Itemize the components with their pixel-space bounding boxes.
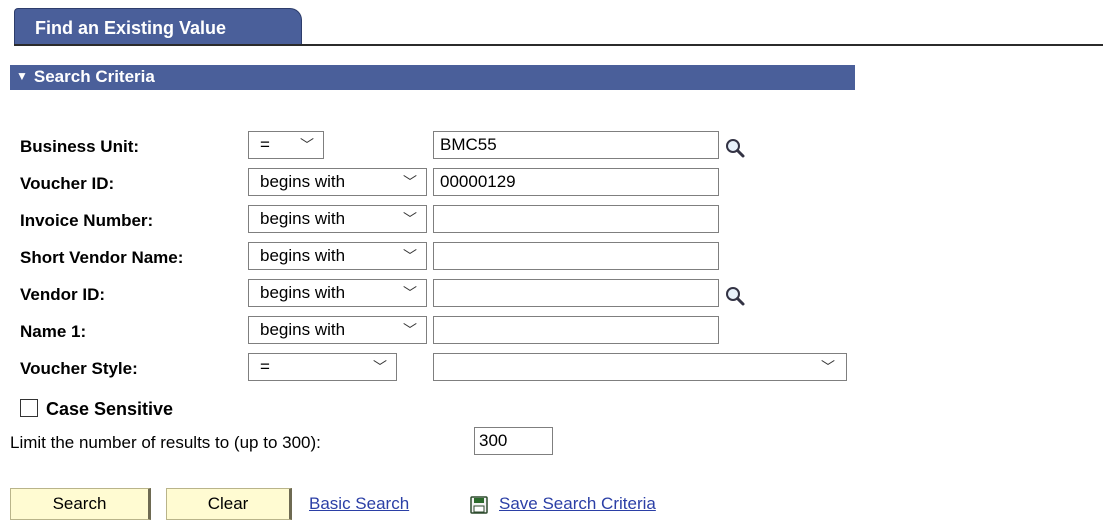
- basic-search-link[interactable]: Basic Search: [309, 494, 409, 514]
- search-button[interactable]: Search: [10, 488, 151, 520]
- tab-find-existing-value[interactable]: Find an Existing Value: [14, 8, 302, 44]
- invoice-number-label: Invoice Number:: [20, 211, 154, 230]
- chevron-down-icon: ﹀: [300, 137, 314, 153]
- business-unit-lookup-icon[interactable]: [723, 136, 747, 160]
- business-unit-operator-select[interactable]: = ﹀: [248, 131, 324, 159]
- voucher-id-input[interactable]: 00000129: [433, 168, 719, 196]
- name-1-operator-select[interactable]: begins with ﹀: [248, 316, 427, 344]
- name-1-label: Name 1:: [20, 322, 87, 341]
- vendor-id-label: Vendor ID:: [20, 285, 106, 304]
- short-vendor-name-operator-select[interactable]: begins with ﹀: [248, 242, 427, 270]
- name-1-input[interactable]: [433, 316, 719, 344]
- business-unit-input[interactable]: BMC55: [433, 131, 719, 159]
- clear-button[interactable]: Clear: [166, 488, 292, 520]
- chevron-down-icon: ﹀: [403, 211, 417, 227]
- vendor-id-input[interactable]: [433, 279, 719, 307]
- vendor-id-operator-select[interactable]: begins with ﹀: [248, 279, 427, 307]
- section-title: Search Criteria: [33, 67, 155, 86]
- chevron-down-icon: ﹀: [821, 359, 835, 375]
- operator-value: begins with: [260, 283, 346, 302]
- operator-value: =: [260, 135, 270, 154]
- tab-underline: [14, 44, 1103, 46]
- save-search-criteria-link[interactable]: Save Search Criteria: [499, 494, 656, 514]
- operator-value: begins with: [260, 246, 346, 265]
- voucher-style-operator-select[interactable]: = ﹀: [248, 353, 397, 381]
- chevron-down-icon: ﹀: [403, 174, 417, 190]
- chevron-down-icon: ﹀: [373, 359, 387, 375]
- short-vendor-name-label: Short Vendor Name:: [20, 248, 184, 267]
- chevron-down-icon: ﹀: [403, 285, 417, 301]
- search-criteria-header[interactable]: ▼ Search Criteria: [10, 65, 855, 90]
- vendor-id-lookup-icon[interactable]: [723, 284, 747, 308]
- operator-value: =: [260, 357, 270, 376]
- collapse-triangle-icon[interactable]: ▼: [16, 69, 28, 83]
- voucher-style-label: Voucher Style:: [20, 359, 138, 378]
- save-disk-icon[interactable]: [470, 496, 488, 514]
- limit-results-label: Limit the number of results to (up to 30…: [10, 433, 321, 452]
- invoice-number-operator-select[interactable]: begins with ﹀: [248, 205, 427, 233]
- limit-results-input[interactable]: 300: [474, 427, 553, 455]
- operator-value: begins with: [260, 209, 346, 228]
- chevron-down-icon: ﹀: [403, 248, 417, 264]
- voucher-id-label: Voucher ID:: [20, 174, 115, 193]
- operator-value: begins with: [260, 320, 346, 339]
- voucher-id-operator-select[interactable]: begins with ﹀: [248, 168, 427, 196]
- short-vendor-name-input[interactable]: [433, 242, 719, 270]
- voucher-style-select[interactable]: ﹀: [433, 353, 847, 381]
- business-unit-label: Business Unit:: [20, 137, 140, 156]
- invoice-number-input[interactable]: [433, 205, 719, 233]
- chevron-down-icon: ﹀: [403, 322, 417, 338]
- case-sensitive-label: Case Sensitive: [46, 399, 174, 419]
- operator-value: begins with: [260, 172, 346, 191]
- case-sensitive-checkbox[interactable]: [20, 399, 38, 417]
